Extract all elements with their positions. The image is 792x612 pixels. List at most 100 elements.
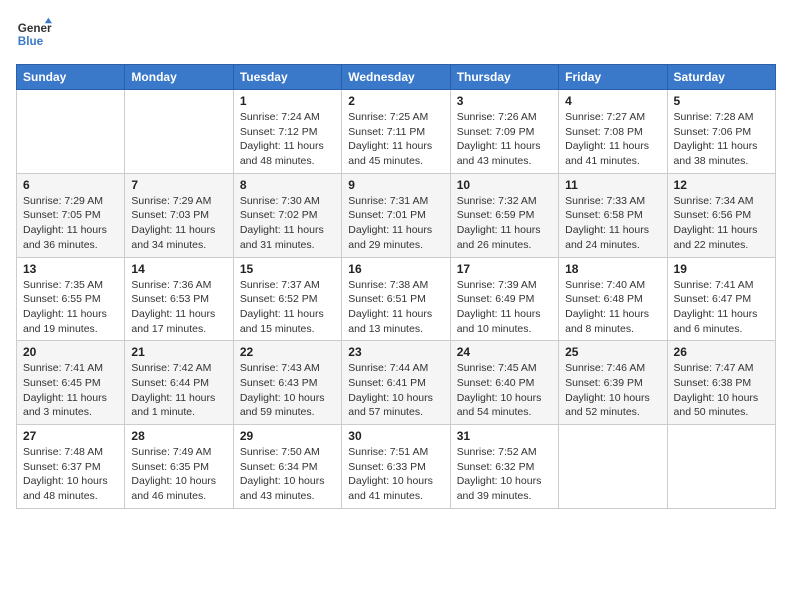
calendar-cell: 26Sunrise: 7:47 AMSunset: 6:38 PMDayligh… xyxy=(667,341,775,425)
day-number: 11 xyxy=(565,178,660,192)
day-number: 28 xyxy=(131,429,226,443)
day-number: 29 xyxy=(240,429,335,443)
day-info: Sunrise: 7:45 AMSunset: 6:40 PMDaylight:… xyxy=(457,361,552,420)
calendar-cell: 1 Sunrise: 7:24 AMSunset: 7:12 PMDaylight… xyxy=(233,90,341,174)
calendar-table: SundayMondayTuesdayWednesdayThursdayFrid… xyxy=(16,64,776,509)
day-info: Sunrise: 7:48 AMSunset: 6:37 PMDaylight:… xyxy=(23,445,118,504)
day-info: Sunrise: 7:50 AMSunset: 6:34 PMDaylight:… xyxy=(240,445,335,504)
col-header-monday: Monday xyxy=(125,65,233,90)
calendar-cell: 12 Sunrise: 7:34 AMSunset: 6:56 PMDayligh… xyxy=(667,173,775,257)
day-info: Sunrise: 7:35 AMSunset: 6:55 PMDaylight:… xyxy=(23,278,118,337)
calendar-cell: 23Sunrise: 7:44 AMSunset: 6:41 PMDayligh… xyxy=(342,341,450,425)
week-row-2: 6 Sunrise: 7:29 AMSunset: 7:05 PMDaylight… xyxy=(17,173,776,257)
day-info: Sunrise: 7:43 AMSunset: 6:43 PMDaylight:… xyxy=(240,361,335,420)
col-header-thursday: Thursday xyxy=(450,65,558,90)
day-number: 14 xyxy=(131,262,226,276)
day-number: 20 xyxy=(23,345,118,359)
calendar-cell: 24 Sunrise: 7:45 AMSunset: 6:40 PMDayligh… xyxy=(450,341,558,425)
day-number: 12 xyxy=(674,178,769,192)
day-number: 13 xyxy=(23,262,118,276)
day-info: Sunrise: 7:52 AMSunset: 6:32 PMDaylight:… xyxy=(457,445,552,504)
day-info: Sunrise: 7:27 AMSunset: 7:08 PMDaylight:… xyxy=(565,110,660,169)
col-header-wednesday: Wednesday xyxy=(342,65,450,90)
day-number: 27 xyxy=(23,429,118,443)
day-info: Sunrise: 7:28 AMSunset: 7:06 PMDaylight:… xyxy=(674,110,769,169)
calendar-header-row: SundayMondayTuesdayWednesdayThursdayFrid… xyxy=(17,65,776,90)
day-number: 25 xyxy=(565,345,660,359)
calendar-cell: 15 Sunrise: 7:37 AMSunset: 6:52 PMDayligh… xyxy=(233,257,341,341)
day-number: 3 xyxy=(457,94,552,108)
day-number: 6 xyxy=(23,178,118,192)
day-number: 23 xyxy=(348,345,443,359)
day-info: Sunrise: 7:25 AMSunset: 7:11 PMDaylight:… xyxy=(348,110,443,169)
page-header: General Blue xyxy=(16,16,776,52)
day-number: 8 xyxy=(240,178,335,192)
week-row-3: 13 Sunrise: 7:35 AMSunset: 6:55 PMDayligh… xyxy=(17,257,776,341)
day-info: Sunrise: 7:36 AMSunset: 6:53 PMDaylight:… xyxy=(131,278,226,337)
day-info: Sunrise: 7:29 AMSunset: 7:05 PMDaylight:… xyxy=(23,194,118,253)
day-info: Sunrise: 7:24 AMSunset: 7:12 PMDaylight:… xyxy=(240,110,335,169)
day-number: 1 xyxy=(240,94,335,108)
day-info: Sunrise: 7:34 AMSunset: 6:56 PMDaylight:… xyxy=(674,194,769,253)
calendar-cell: 29 Sunrise: 7:50 AMSunset: 6:34 PMDayligh… xyxy=(233,425,341,509)
calendar-cell: 14 Sunrise: 7:36 AMSunset: 6:53 PMDayligh… xyxy=(125,257,233,341)
calendar-cell: 8 Sunrise: 7:30 AMSunset: 7:02 PMDaylight… xyxy=(233,173,341,257)
day-info: Sunrise: 7:31 AMSunset: 7:01 PMDaylight:… xyxy=(348,194,443,253)
day-info: Sunrise: 7:49 AMSunset: 6:35 PMDaylight:… xyxy=(131,445,226,504)
day-number: 21 xyxy=(131,345,226,359)
week-row-5: 27 Sunrise: 7:48 AMSunset: 6:37 PMDayligh… xyxy=(17,425,776,509)
day-number: 4 xyxy=(565,94,660,108)
day-number: 31 xyxy=(457,429,552,443)
calendar-cell: 30Sunrise: 7:51 AMSunset: 6:33 PMDayligh… xyxy=(342,425,450,509)
calendar-cell: 31 Sunrise: 7:52 AMSunset: 6:32 PMDayligh… xyxy=(450,425,558,509)
day-number: 19 xyxy=(674,262,769,276)
day-info: Sunrise: 7:42 AMSunset: 6:44 PMDaylight:… xyxy=(131,361,226,420)
calendar-cell: 10Sunrise: 7:32 AMSunset: 6:59 PMDayligh… xyxy=(450,173,558,257)
calendar-cell: 19 Sunrise: 7:41 AMSunset: 6:47 PMDayligh… xyxy=(667,257,775,341)
calendar-cell: 9 Sunrise: 7:31 AMSunset: 7:01 PMDaylight… xyxy=(342,173,450,257)
day-info: Sunrise: 7:41 AMSunset: 6:47 PMDaylight:… xyxy=(674,278,769,337)
day-number: 5 xyxy=(674,94,769,108)
day-info: Sunrise: 7:30 AMSunset: 7:02 PMDaylight:… xyxy=(240,194,335,253)
day-info: Sunrise: 7:40 AMSunset: 6:48 PMDaylight:… xyxy=(565,278,660,337)
day-info: Sunrise: 7:46 AMSunset: 6:39 PMDaylight:… xyxy=(565,361,660,420)
calendar-cell: 4 Sunrise: 7:27 AMSunset: 7:08 PMDaylight… xyxy=(559,90,667,174)
day-number: 16 xyxy=(348,262,443,276)
day-number: 2 xyxy=(348,94,443,108)
day-info: Sunrise: 7:38 AMSunset: 6:51 PMDaylight:… xyxy=(348,278,443,337)
day-info: Sunrise: 7:26 AMSunset: 7:09 PMDaylight:… xyxy=(457,110,552,169)
calendar-cell: 2 Sunrise: 7:25 AMSunset: 7:11 PMDaylight… xyxy=(342,90,450,174)
calendar-cell xyxy=(17,90,125,174)
col-header-tuesday: Tuesday xyxy=(233,65,341,90)
calendar-cell xyxy=(125,90,233,174)
day-info: Sunrise: 7:51 AMSunset: 6:33 PMDaylight:… xyxy=(348,445,443,504)
calendar-cell: 6 Sunrise: 7:29 AMSunset: 7:05 PMDaylight… xyxy=(17,173,125,257)
calendar-cell: 25 Sunrise: 7:46 AMSunset: 6:39 PMDayligh… xyxy=(559,341,667,425)
calendar-cell: 22 Sunrise: 7:43 AMSunset: 6:43 PMDayligh… xyxy=(233,341,341,425)
day-number: 7 xyxy=(131,178,226,192)
day-number: 10 xyxy=(457,178,552,192)
calendar-cell: 18Sunrise: 7:40 AMSunset: 6:48 PMDayligh… xyxy=(559,257,667,341)
day-info: Sunrise: 7:37 AMSunset: 6:52 PMDaylight:… xyxy=(240,278,335,337)
calendar-cell: 13 Sunrise: 7:35 AMSunset: 6:55 PMDayligh… xyxy=(17,257,125,341)
day-number: 9 xyxy=(348,178,443,192)
logo-icon: General Blue xyxy=(16,16,52,52)
day-info: Sunrise: 7:29 AMSunset: 7:03 PMDaylight:… xyxy=(131,194,226,253)
day-number: 24 xyxy=(457,345,552,359)
calendar-cell: 20 Sunrise: 7:41 AMSunset: 6:45 PMDayligh… xyxy=(17,341,125,425)
col-header-friday: Friday xyxy=(559,65,667,90)
logo: General Blue xyxy=(16,16,52,52)
calendar-cell xyxy=(559,425,667,509)
day-number: 26 xyxy=(674,345,769,359)
calendar-cell: 21 Sunrise: 7:42 AMSunset: 6:44 PMDayligh… xyxy=(125,341,233,425)
calendar-cell: 5 Sunrise: 7:28 AMSunset: 7:06 PMDaylight… xyxy=(667,90,775,174)
calendar-cell: 16 Sunrise: 7:38 AMSunset: 6:51 PMDayligh… xyxy=(342,257,450,341)
svg-text:General: General xyxy=(18,22,52,35)
day-info: Sunrise: 7:41 AMSunset: 6:45 PMDaylight:… xyxy=(23,361,118,420)
calendar-cell: 27 Sunrise: 7:48 AMSunset: 6:37 PMDayligh… xyxy=(17,425,125,509)
day-number: 22 xyxy=(240,345,335,359)
day-number: 15 xyxy=(240,262,335,276)
calendar-cell: 17Sunrise: 7:39 AMSunset: 6:49 PMDayligh… xyxy=(450,257,558,341)
svg-text:Blue: Blue xyxy=(18,35,44,48)
day-info: Sunrise: 7:39 AMSunset: 6:49 PMDaylight:… xyxy=(457,278,552,337)
